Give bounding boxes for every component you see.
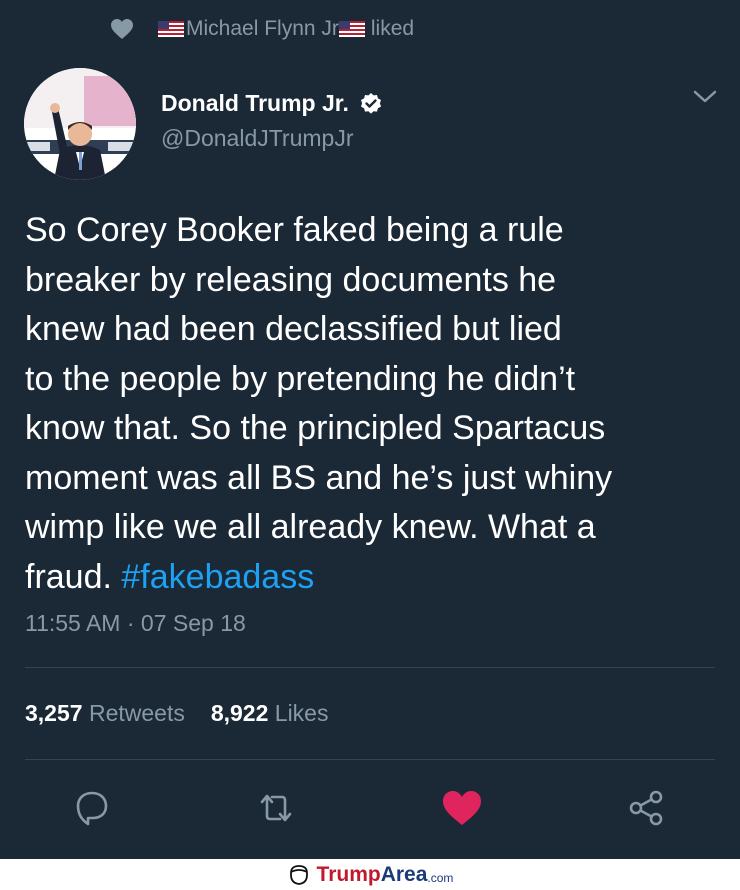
likes-count: 8,922 xyxy=(210,700,269,726)
watermark: Trump Area .com xyxy=(0,859,740,890)
watermark-text-area: Area xyxy=(380,862,428,886)
heart-filled-icon[interactable] xyxy=(440,786,484,830)
watermark-text-com: .com xyxy=(427,871,454,885)
retweet-icon[interactable] xyxy=(254,786,298,830)
verified-badge-icon xyxy=(360,92,381,114)
likes-label: Likes xyxy=(274,700,329,726)
retweets-count: 3,257 xyxy=(25,700,83,726)
reply-icon[interactable] xyxy=(70,786,114,830)
avatar[interactable] xyxy=(24,68,136,180)
tweet-stats: 3,257 Retweets 8,922 Likes xyxy=(25,700,328,727)
author-name[interactable]: Donald Trump Jr. xyxy=(161,90,349,117)
divider xyxy=(25,759,715,760)
us-flag-icon xyxy=(158,21,184,37)
trumparea-logo-icon xyxy=(289,864,308,885)
author-handle[interactable]: @DonaldJTrumpJr xyxy=(161,125,354,152)
social-context: Michael Flynn Jr liked xyxy=(110,14,414,44)
liker-name[interactable]: Michael Flynn Jr xyxy=(186,17,339,41)
divider xyxy=(25,667,715,668)
tweet-text: So Corey Booker faked being a rule break… xyxy=(25,206,715,602)
hashtag-link[interactable]: #fakebadass xyxy=(121,558,314,596)
share-icon[interactable] xyxy=(625,786,669,830)
likes-stat[interactable]: 8,922 Likes xyxy=(211,700,329,726)
chevron-down-icon[interactable] xyxy=(690,84,720,108)
watermark-text-trump: Trump xyxy=(316,862,381,886)
heart-icon xyxy=(111,19,133,39)
tweet-timestamp[interactable]: 11:55 AM · 07 Sep 18 xyxy=(25,610,246,637)
retweets-label: Retweets xyxy=(88,700,185,726)
us-flag-icon xyxy=(338,21,365,37)
retweets-stat[interactable]: 3,257 Retweets xyxy=(25,700,185,726)
tweet-body: So Corey Booker faked being a rule break… xyxy=(25,211,613,596)
liked-label: liked xyxy=(370,17,415,40)
